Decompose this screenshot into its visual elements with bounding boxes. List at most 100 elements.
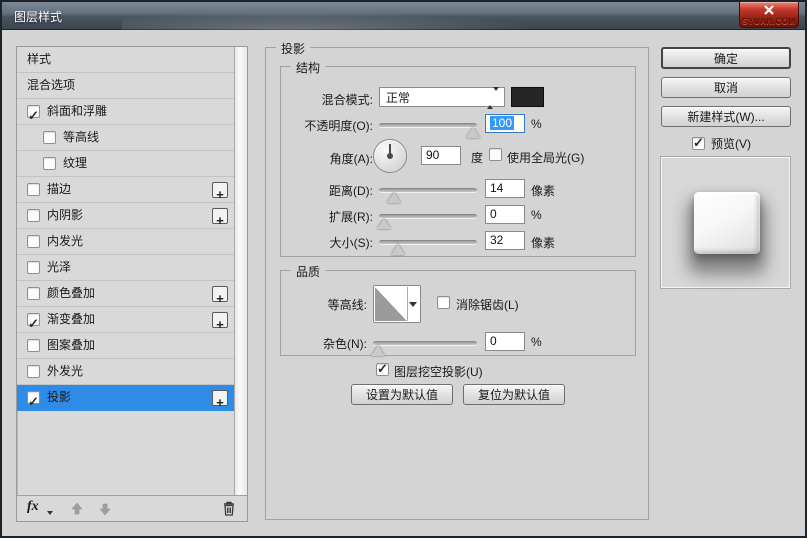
contour-dropdown-icon — [409, 302, 417, 307]
sidebar-item-pattern-overlay[interactable]: 图案叠加 — [17, 333, 234, 359]
spread-slider[interactable] — [379, 214, 477, 219]
satin-checkbox[interactable] — [27, 261, 40, 274]
color-overlay-checkbox[interactable] — [27, 287, 40, 300]
reset-default-button[interactable]: 复位为默认值 — [463, 384, 565, 405]
sidebar-item-label: 混合选项 — [27, 73, 75, 98]
sidebar-item-gradient-overlay[interactable]: 渐变叠加 — [17, 307, 234, 333]
sidebar-item-label: 颜色叠加 — [47, 281, 95, 306]
distance-slider[interactable] — [379, 188, 477, 193]
noise-field[interactable]: 0 — [485, 332, 525, 351]
set-default-button[interactable]: 设置为默认值 — [351, 384, 453, 405]
add-gradient-overlay-instance-icon[interactable] — [212, 312, 228, 328]
quality-legend: 品质 — [291, 263, 325, 280]
add-color-overlay-instance-icon[interactable] — [212, 286, 228, 302]
angle-label: 角度(A): — [281, 150, 373, 167]
sidebar-scrollbar[interactable] — [234, 47, 247, 496]
spread-slider-thumb[interactable] — [377, 218, 391, 229]
sidebar-item-inner-shadow[interactable]: 内阴影 — [17, 203, 234, 229]
styles-list: 样式 混合选项 斜面和浮雕 等高线 纹理 描边 — [17, 47, 234, 496]
global-light-label: 使用全局光(G) — [507, 149, 584, 166]
sidebar-item-label: 外发光 — [47, 359, 83, 384]
preview-checkbox[interactable] — [692, 137, 705, 150]
contour-checkbox[interactable] — [43, 131, 56, 144]
angle-field[interactable]: 90 — [421, 146, 461, 165]
close-icon — [763, 4, 775, 16]
angle-dial[interactable] — [373, 139, 407, 173]
sidebar-item-satin[interactable]: 光泽 — [17, 255, 234, 281]
size-field[interactable]: 32 — [485, 231, 525, 250]
opacity-slider[interactable] — [379, 123, 477, 128]
close-button[interactable]: SYUAN.COM — [739, 2, 799, 28]
add-drop-shadow-instance-icon[interactable] — [212, 390, 228, 406]
move-effect-down-icon[interactable] — [97, 501, 113, 517]
bevel-emboss-checkbox[interactable] — [27, 105, 40, 118]
distance-slider-thumb[interactable] — [387, 192, 401, 203]
size-slider-thumb[interactable] — [391, 244, 405, 255]
delete-effect-icon[interactable] — [221, 500, 237, 517]
sidebar-item-drop-shadow[interactable]: 投影 — [17, 385, 234, 411]
preview-toggle[interactable]: 预览(V) — [692, 135, 751, 152]
sidebar-item-inner-glow[interactable]: 内发光 — [17, 229, 234, 255]
drop-shadow-checkbox[interactable] — [27, 391, 40, 404]
sidebar-item-contour[interactable]: 等高线 — [17, 125, 234, 151]
sidebar-toolbar: fx — [17, 495, 247, 521]
style-preview-thumbnail — [694, 192, 760, 254]
noise-value: 0 — [490, 334, 497, 348]
sidebar-item-label: 描边 — [47, 177, 71, 202]
sidebar-item-label: 纹理 — [63, 151, 87, 176]
sidebar-item-stroke[interactable]: 描边 — [17, 177, 234, 203]
sidebar-item-label: 样式 — [27, 47, 51, 72]
layer-style-dialog: 图层样式 SYUAN.COM 样式 混合选项 斜面和浮雕 等高线 — [0, 0, 807, 538]
gradient-overlay-checkbox[interactable] — [27, 313, 40, 326]
shadow-color-swatch[interactable] — [511, 87, 544, 107]
sidebar-item-color-overlay[interactable]: 颜色叠加 — [17, 281, 234, 307]
sidebar-item-outer-glow[interactable]: 外发光 — [17, 359, 234, 385]
texture-checkbox[interactable] — [43, 157, 56, 170]
opacity-field[interactable]: 100 — [485, 114, 525, 133]
sidebar-item-blending-options[interactable]: 混合选项 — [17, 73, 234, 99]
inner-glow-checkbox[interactable] — [27, 235, 40, 248]
sidebar-item-label: 等高线 — [63, 125, 99, 150]
structure-group: 结构 混合模式: 正常 不透明度(O): 100 % 角度(A): 90 度 — [280, 66, 636, 257]
cancel-button[interactable]: 取消 — [661, 77, 791, 98]
outer-glow-checkbox[interactable] — [27, 365, 40, 378]
distance-field[interactable]: 14 — [485, 179, 525, 198]
styles-sidebar: 样式 混合选项 斜面和浮雕 等高线 纹理 描边 — [16, 46, 248, 522]
sidebar-item-texture[interactable]: 纹理 — [17, 151, 234, 177]
angle-value: 90 — [426, 148, 439, 162]
global-light-checkbox[interactable] — [489, 148, 502, 161]
ok-button[interactable]: 确定 — [661, 47, 791, 69]
new-style-button[interactable]: 新建样式(W)... — [661, 106, 791, 127]
antialias-label: 消除锯齿(L) — [456, 296, 519, 313]
antialias-checkbox[interactable] — [437, 296, 450, 309]
size-label: 大小(S): — [281, 234, 373, 251]
spread-field[interactable]: 0 — [485, 205, 525, 224]
sidebar-item-label: 斜面和浮雕 — [47, 99, 107, 124]
title-bar[interactable]: 图层样式 SYUAN.COM — [2, 2, 805, 30]
layer-knockout-checkbox[interactable] — [376, 363, 389, 376]
noise-slider-thumb[interactable] — [371, 345, 385, 356]
reset-default-label: 复位为默认值 — [478, 386, 550, 403]
add-stroke-instance-icon[interactable] — [212, 182, 228, 198]
distance-unit: 像素 — [531, 182, 555, 199]
panel-title: 投影 — [276, 40, 310, 57]
spread-unit: % — [531, 208, 542, 222]
fx-menu-button[interactable]: fx — [27, 499, 39, 515]
sidebar-item-styles[interactable]: 样式 — [17, 47, 234, 73]
size-slider[interactable] — [379, 240, 477, 245]
angle-dial-hub — [387, 153, 393, 159]
inner-shadow-checkbox[interactable] — [27, 209, 40, 222]
opacity-value: 100 — [490, 116, 514, 130]
titlebar-sheen — [122, 12, 542, 30]
opacity-slider-thumb[interactable] — [466, 127, 480, 138]
structure-legend: 结构 — [291, 59, 325, 76]
sidebar-item-bevel-emboss[interactable]: 斜面和浮雕 — [17, 99, 234, 125]
stroke-checkbox[interactable] — [27, 183, 40, 196]
pattern-overlay-checkbox[interactable] — [27, 339, 40, 352]
contour-picker[interactable] — [373, 285, 421, 323]
move-effect-up-icon[interactable] — [69, 501, 85, 517]
add-inner-shadow-instance-icon[interactable] — [212, 208, 228, 224]
blend-mode-dropdown[interactable]: 正常 — [379, 87, 505, 107]
sidebar-item-label: 渐变叠加 — [47, 307, 95, 332]
noise-slider[interactable] — [373, 341, 477, 346]
